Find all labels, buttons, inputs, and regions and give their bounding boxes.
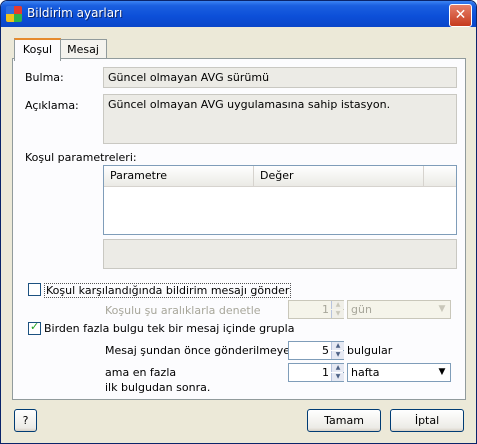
close-button[interactable]: ✕	[449, 4, 472, 27]
aciklama-field: Güncel olmayan AVG uygulamasına sahip is…	[103, 94, 457, 144]
notify-checkbox[interactable]	[28, 283, 41, 296]
bulma-label: Bulma:	[25, 71, 64, 84]
avg-app-icon	[6, 6, 22, 22]
group-checkbox-label[interactable]: Birden fazla bulgu tek bir mesaj içinde …	[44, 322, 294, 335]
params-label: Koşul parametreleri:	[25, 151, 137, 164]
ok-button[interactable]: Tamam	[307, 409, 381, 432]
interval-stepper[interactable]: 1 ▲ ▼	[288, 300, 344, 319]
max-label: ama en fazla	[105, 366, 177, 379]
param-description-box	[103, 239, 457, 269]
group-checkbox[interactable]: ✓	[28, 320, 41, 335]
cancel-button[interactable]: İptal	[390, 409, 464, 432]
wait-unit-label: bulgular	[347, 344, 393, 357]
column-parametre[interactable]: Parametre	[104, 166, 254, 186]
interval-value: 1	[322, 303, 329, 316]
wait-value: 5	[322, 344, 329, 357]
wait-down-arrow-icon[interactable]: ▼	[331, 351, 344, 359]
bulma-field: Güncel olmayan AVG sürümü	[103, 67, 457, 88]
notify-checkbox-label[interactable]: Koşul karşılandığında bildirim mesajı gö…	[44, 283, 292, 298]
chevron-down-icon: ▼	[438, 367, 446, 377]
interval-unit-select[interactable]: gün ▼	[347, 300, 451, 319]
max-unit-select[interactable]: hafta ▼	[347, 363, 451, 382]
dialog-window: Bildirim ayarları ✕ Koşul Mesaj Bulma: G…	[0, 0, 477, 444]
interval-unit-value: gün	[351, 303, 372, 316]
window-title: Bildirim ayarları	[27, 6, 123, 20]
params-table-header: Parametre Değer	[104, 166, 456, 187]
tab-kosul[interactable]: Koşul	[14, 38, 61, 61]
max-unit-value: hafta	[351, 366, 380, 379]
max-down-arrow-icon[interactable]: ▼	[331, 373, 344, 381]
wait-label: Mesaj şundan önce gönderilmeyecek	[105, 344, 310, 357]
max-stepper[interactable]: 1 ▲ ▼	[288, 363, 344, 382]
params-table[interactable]: Parametre Değer	[103, 165, 457, 235]
chevron-down-icon: ▼	[438, 304, 446, 314]
wait-up-arrow-icon[interactable]: ▲	[331, 342, 344, 350]
max-value: 1	[322, 366, 329, 379]
interval-up-arrow-icon[interactable]: ▲	[331, 301, 344, 309]
tab-mesaj[interactable]: Mesaj	[59, 39, 107, 60]
aciklama-label: Açıklama:	[25, 99, 79, 112]
help-button[interactable]: ?	[14, 409, 37, 432]
wait-stepper[interactable]: 5 ▲ ▼	[288, 341, 344, 360]
interval-down-arrow-icon[interactable]: ▼	[331, 310, 344, 318]
after-label: ilk bulgudan sonra.	[105, 381, 211, 394]
interval-label: Koşulu şu aralıklarla denetle	[105, 304, 261, 317]
check-icon: ✓	[30, 320, 40, 333]
max-up-arrow-icon[interactable]: ▲	[331, 364, 344, 372]
column-deger[interactable]: Değer	[254, 166, 424, 186]
title-bar[interactable]: Bildirim ayarları ✕	[1, 1, 476, 27]
